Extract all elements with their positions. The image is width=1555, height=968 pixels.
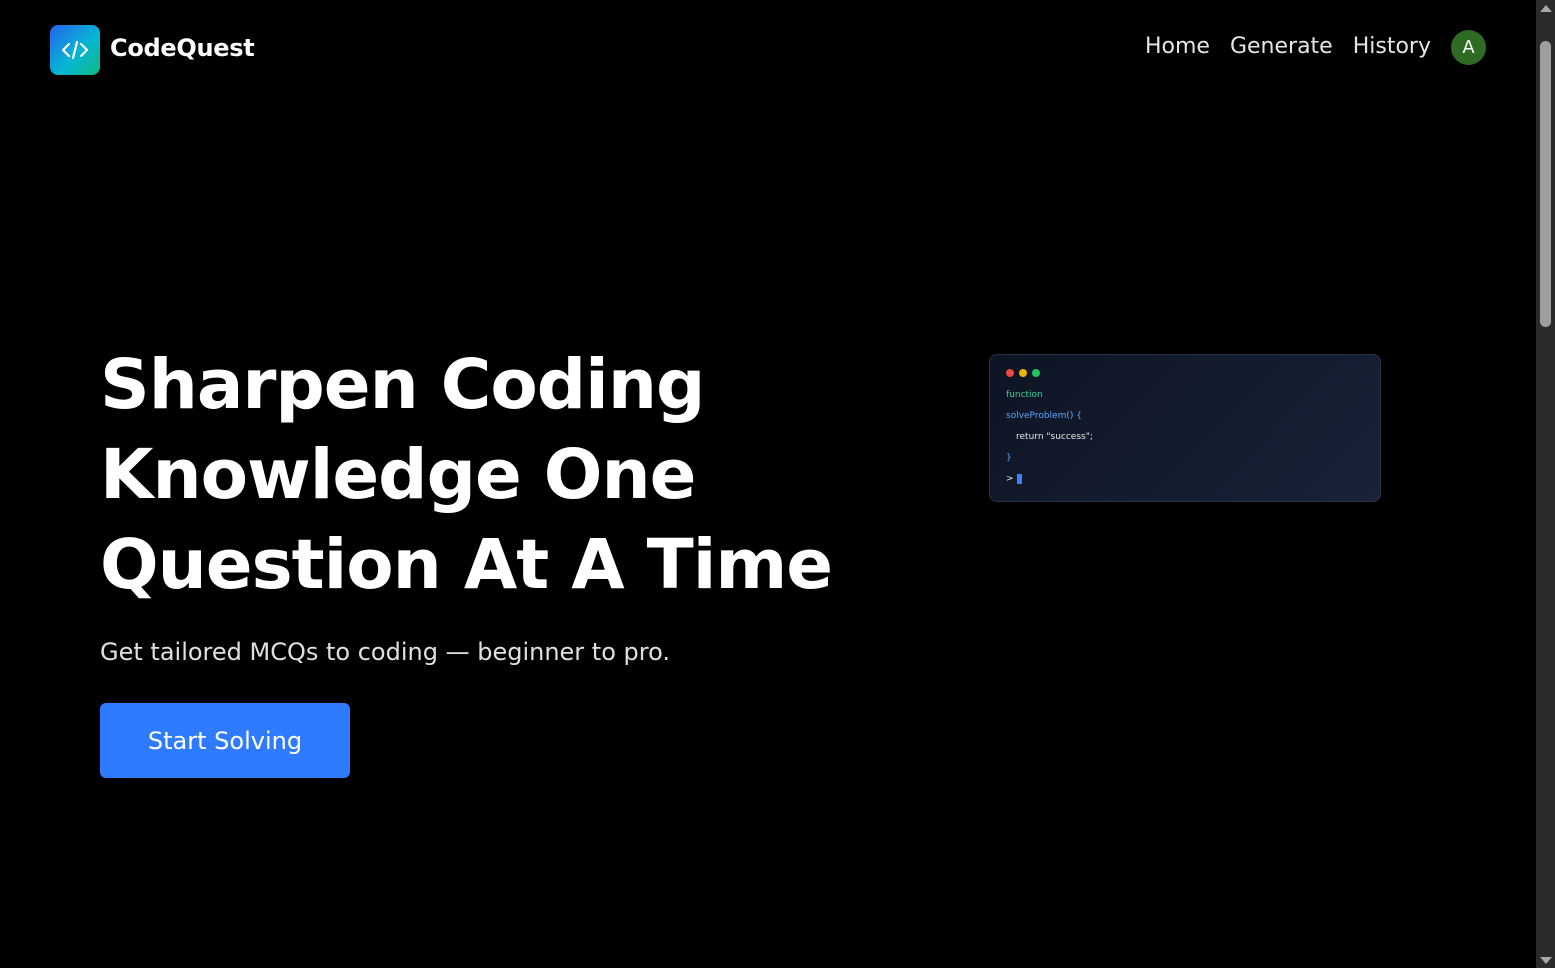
- hero-title-line-3: Question At A Time: [100, 525, 833, 605]
- maximize-dot-icon: [1032, 369, 1040, 377]
- user-avatar[interactable]: A: [1451, 30, 1486, 65]
- hero-title: Sharpen Coding Knowledge One Question At…: [100, 340, 900, 610]
- code-line-2: solveProblem() {: [1006, 411, 1082, 421]
- page-scrollbar[interactable]: [1536, 0, 1555, 968]
- minimize-dot-icon: [1019, 369, 1027, 377]
- code-line-4: }: [1006, 453, 1012, 463]
- window-controls: [1006, 369, 1364, 377]
- code-prompt-line: >: [1006, 469, 1364, 490]
- text-cursor-icon: [1016, 473, 1022, 484]
- logo-badge[interactable]: [50, 25, 100, 75]
- nav-home-link[interactable]: Home: [1145, 34, 1210, 59]
- code-line-3: return "success";: [1016, 432, 1093, 442]
- hero-title-line-1: Sharpen Coding: [100, 345, 705, 425]
- page: CodeQuest Home Generate History A Sharpe…: [0, 0, 1555, 968]
- scroll-thumb[interactable]: [1540, 41, 1551, 327]
- nav-generate-link[interactable]: Generate: [1230, 34, 1333, 59]
- prompt-symbol: >: [1006, 474, 1014, 484]
- close-dot-icon: [1006, 369, 1014, 377]
- scroll-up-arrow-icon[interactable]: [1540, 5, 1552, 12]
- start-solving-button[interactable]: Start Solving: [100, 703, 350, 778]
- nav-history-link[interactable]: History: [1353, 34, 1431, 59]
- scroll-down-arrow-icon[interactable]: [1540, 957, 1552, 964]
- hero-subtitle: Get tailored MCQs to coding — beginner t…: [100, 638, 670, 666]
- code-line-1: function: [1006, 390, 1043, 400]
- brand-name[interactable]: CodeQuest: [110, 34, 255, 62]
- code-preview-card: function solveProblem() { return "succes…: [989, 354, 1381, 502]
- hero-title-line-2: Knowledge One: [100, 435, 696, 515]
- code-brackets-icon: [61, 40, 89, 60]
- main-nav: Home Generate History: [1145, 34, 1431, 59]
